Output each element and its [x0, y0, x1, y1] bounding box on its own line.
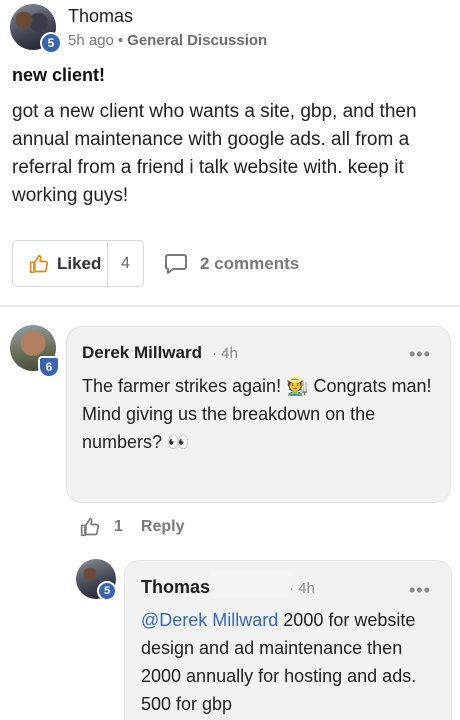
reply-button[interactable]: Reply — [141, 518, 185, 536]
post-header: 5 Thomas 5h ago • General Discussion — [10, 4, 450, 54]
comment-line: The farmer strikes again! 🧑‍🌾 Congrats m… — [82, 376, 432, 396]
replier-name[interactable]: Thomas — [141, 577, 210, 598]
post-body: got a new client who wants a site, gbp, … — [12, 101, 417, 206]
comment-line: Mind giving us the breakdown on the numb… — [82, 404, 376, 452]
reply-time: · 4h — [289, 580, 315, 597]
level-badge: 5 — [40, 32, 62, 54]
comment-time: · 4h — [212, 345, 238, 362]
comment-bubble: Derek Millward · 4h ••• The farmer strik… — [66, 326, 451, 503]
post-meta: 5h ago • General Discussion — [68, 32, 267, 49]
like-count[interactable]: 4 — [108, 255, 143, 273]
commenter-level-badge: 6 — [38, 356, 60, 378]
post-time: 5h ago — [68, 32, 114, 49]
replier-level-badge: 5 — [97, 581, 117, 601]
like-button[interactable]: Liked 4 — [12, 240, 144, 287]
thumbs-up-icon — [29, 254, 49, 273]
comment-like-count[interactable]: 1 — [114, 518, 123, 536]
redacted-surname — [211, 571, 291, 599]
reply-text: @Derek Millward 2000 for website design … — [141, 606, 441, 718]
thumbs-up-icon[interactable] — [80, 517, 100, 537]
commenter-name[interactable]: Derek Millward — [82, 343, 202, 363]
mention-link[interactable]: @Derek Millward — [141, 610, 278, 630]
reply-bubble: Thomas · 4h ••• @Derek Millward 2000 for… — [124, 560, 452, 720]
comments-count-label: 2 comments — [200, 253, 300, 273]
section-divider — [0, 305, 460, 307]
comment-text: The farmer strikes again! 🧑‍🌾 Congrats m… — [82, 372, 432, 456]
reply-more-icon[interactable]: ••• — [409, 581, 431, 599]
comment-bubble-icon — [165, 253, 187, 274]
post-actions: Liked 4 2 comments — [12, 240, 452, 287]
post-title: new client! — [12, 65, 106, 85]
meta-separator: • — [117, 32, 124, 49]
comment-actions: 1 Reply — [80, 513, 184, 541]
post-category[interactable]: General Discussion — [127, 32, 267, 49]
comment-more-icon[interactable]: ••• — [409, 345, 431, 363]
comments-link[interactable]: 2 comments — [164, 240, 299, 287]
like-label: Liked — [57, 253, 102, 273]
like-toggle[interactable]: Liked — [13, 241, 108, 286]
author-name[interactable]: Thomas — [68, 6, 133, 27]
